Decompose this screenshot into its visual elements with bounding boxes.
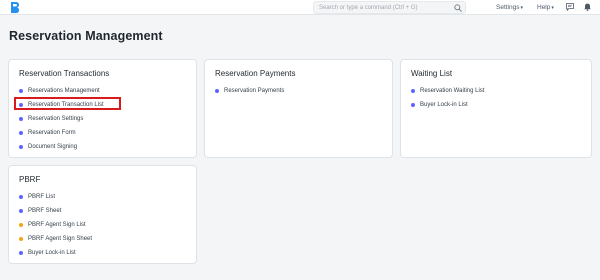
link-label: PBRF List (28, 194, 56, 200)
bullet-dot (19, 251, 23, 255)
help-label: Help (537, 4, 551, 11)
search-placeholder: Search or type a command (Ctrl + G) (319, 5, 418, 11)
settings-label: Settings (496, 4, 520, 11)
bullet-dot (19, 237, 23, 241)
bullet-dot (19, 195, 23, 199)
settings-dropdown[interactable]: Settings▾ (496, 3, 523, 13)
link-label: Reservation Payments (224, 88, 285, 94)
bullet-dot (19, 145, 23, 149)
link-label: Reservation Form (28, 130, 76, 136)
bullet-dot (19, 117, 23, 121)
bullet-dot (19, 89, 23, 93)
page-title: Reservation Management (9, 29, 163, 43)
bullet-dot (19, 131, 23, 135)
app-logo-icon[interactable] (10, 2, 19, 13)
bullet-dot (411, 103, 415, 107)
link-label: PBRF Agent Sign Sheet (28, 236, 93, 242)
link-label: Reservation Settings (28, 116, 84, 122)
chevron-down-icon: ▾ (551, 5, 554, 11)
bullet-dot (19, 223, 23, 227)
link-label: PBRF Agent Sign List (28, 222, 86, 228)
card-title: Reservation Payments (215, 69, 296, 78)
link-label: Reservation Waiting List (420, 88, 485, 94)
chat-icon[interactable] (566, 3, 574, 11)
bullet-dot (215, 89, 219, 93)
card-title: Waiting List (411, 69, 453, 78)
card-title: Reservation Transactions (19, 69, 110, 78)
bullet-dot (19, 209, 23, 213)
link-label: Document Signing (28, 144, 78, 150)
reservation-transactions-card: Reservation Transactions Reservations Ma… (8, 59, 197, 158)
chevron-down-icon: ▾ (520, 5, 524, 11)
link-label: Buyer Lock-in List (28, 250, 76, 256)
pbrf-card: PBRF PBRF List PBRF Sheet PBRF Agent Sig… (8, 165, 197, 264)
help-dropdown[interactable]: Help▾ (537, 3, 554, 13)
waiting-list-card: Waiting List Reservation Waiting List Bu… (400, 59, 592, 158)
bullet-dot (19, 103, 23, 107)
bell-icon[interactable] (584, 3, 591, 11)
card-title: PBRF (19, 175, 41, 184)
search-icon[interactable] (454, 4, 462, 12)
top-navbar: Search or type a command (Ctrl + G) Sett… (0, 0, 600, 15)
reservation-payments-card: Reservation Payments Reservation Payment… (204, 59, 393, 158)
bullet-dot (411, 89, 415, 93)
link-label: Reservation Transaction List (28, 102, 104, 108)
link-label: Buyer Lock-in List (420, 102, 468, 108)
link-label: PBRF Sheet (28, 208, 62, 214)
search-input[interactable]: Search or type a command (Ctrl + G) (313, 1, 466, 14)
link-label: Reservations Management (28, 88, 100, 94)
